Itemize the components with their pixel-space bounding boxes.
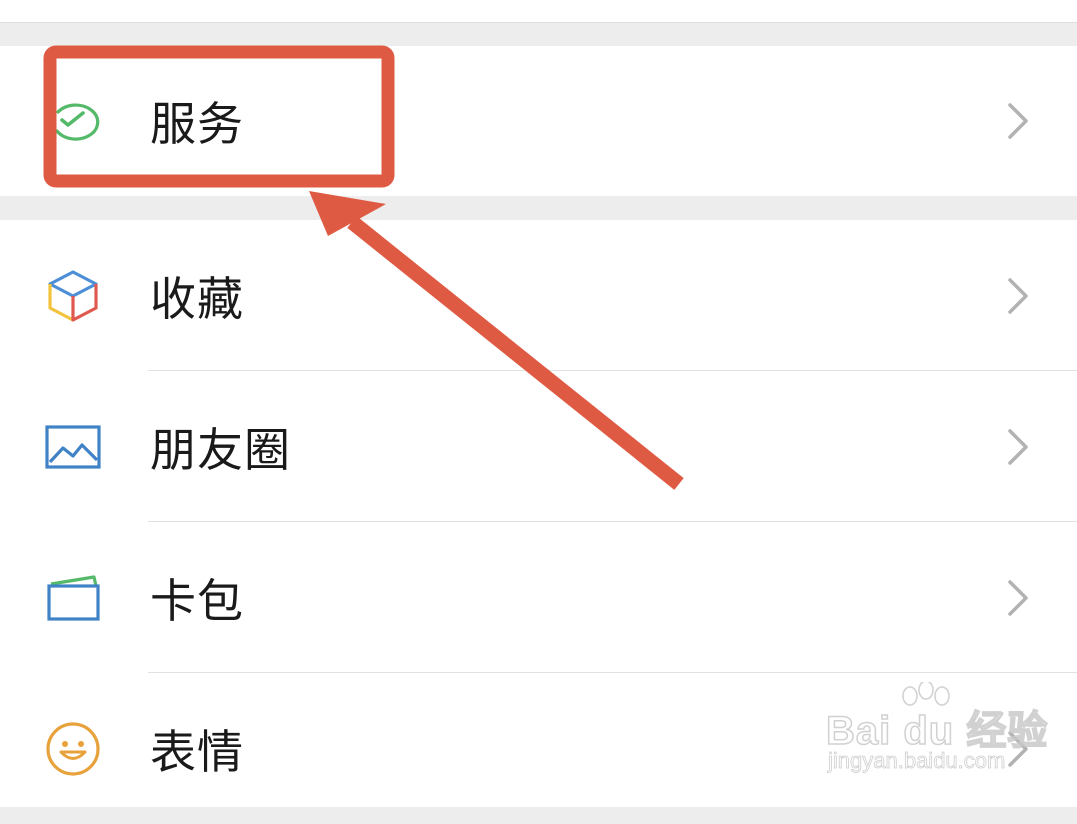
chevron-right-icon bbox=[1000, 99, 1036, 143]
cube-icon bbox=[44, 267, 102, 325]
watermark-url: jingyan.baidu.com bbox=[828, 748, 1006, 774]
menu-item-service[interactable]: 服务 bbox=[0, 46, 1077, 196]
smiley-icon bbox=[44, 720, 102, 778]
card-wallet-icon bbox=[44, 569, 102, 627]
chevron-right-icon bbox=[1000, 425, 1036, 469]
chevron-right-icon bbox=[1000, 274, 1036, 318]
menu-item-cards-label: 卡包 bbox=[150, 573, 244, 628]
menu-item-moments[interactable]: 朋友圈 bbox=[0, 371, 1077, 522]
baidu-jingyan-watermark: Bai du 经验 jingyan.baidu.com bbox=[825, 682, 1056, 788]
menu-item-moments-label: 朋友圈 bbox=[150, 422, 291, 477]
chevron-right-icon bbox=[1000, 576, 1036, 620]
menu-item-favorites-label: 收藏 bbox=[150, 271, 244, 326]
menu-item-favorites[interactable]: 收藏 bbox=[0, 220, 1077, 371]
menu-group-services: 服务 bbox=[0, 46, 1077, 196]
picture-icon bbox=[44, 418, 102, 476]
menu-item-stickers-label: 表情 bbox=[150, 724, 244, 779]
wechat-pay-check-icon bbox=[44, 92, 102, 150]
menu-item-service-label: 服务 bbox=[150, 97, 244, 151]
top-strip bbox=[0, 0, 1077, 23]
menu-item-cards[interactable]: 卡包 bbox=[0, 522, 1077, 673]
